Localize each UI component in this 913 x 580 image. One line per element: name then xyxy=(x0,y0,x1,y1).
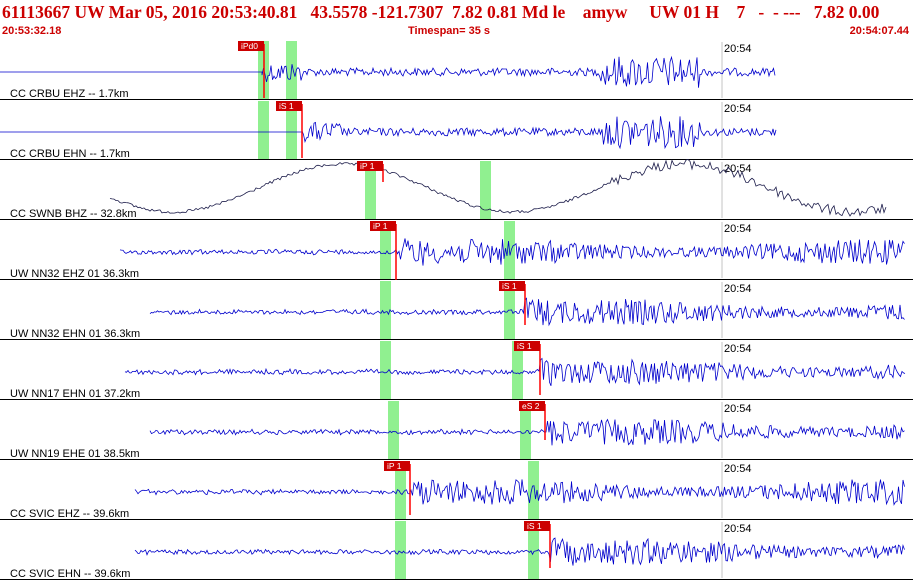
time-window-band xyxy=(388,401,399,459)
event-summary: 61113667 UW Mar 05, 2016 20:53:40.81 43.… xyxy=(2,2,880,22)
waveform-trace xyxy=(134,537,905,566)
channel-label: UW NN32 EHN 01 36.3km xyxy=(10,328,140,340)
waveform-trace xyxy=(109,158,887,217)
event-header: 61113667 UW Mar 05, 2016 20:53:40.81 43.… xyxy=(0,0,913,40)
pick-label: iS 1 xyxy=(279,101,294,111)
minute-tick-label: 20:54 xyxy=(724,283,752,295)
timespan: Timespan= 35 s xyxy=(408,25,491,37)
channel-row: 20:54 eS 2 UW NN19 EHE 01 38.5km xyxy=(0,401,913,460)
end-time: 20:54:07.44 xyxy=(849,25,909,37)
waveform-panel[interactable]: 20:54 iPd0 CC CRBU EHZ -- 1.7km 20:54 iS 1 CC… xyxy=(0,40,913,580)
pick-label: iS 1 xyxy=(517,341,532,351)
minute-tick-label: 20:54 xyxy=(724,163,752,175)
channel-label: UW NN32 EHZ 01 36.3km xyxy=(10,268,139,280)
channel-row: 20:54 iS 1 CC CRBU EHN -- 1.7km xyxy=(0,101,913,160)
minute-tick-label: 20:54 xyxy=(724,343,752,355)
waveform-trace xyxy=(149,297,905,327)
minute-tick-label: 20:54 xyxy=(724,463,752,475)
channel-row: 20:54 iS 1 CC SVIC EHN -- 39.6km xyxy=(0,521,913,580)
channel-label: CC CRBU EHZ -- 1.7km xyxy=(10,88,129,100)
waveform-canvas[interactable]: 20:54 iPd0 CC CRBU EHZ -- 1.7km 20:54 iS 1 CC… xyxy=(0,40,913,580)
time-window-band xyxy=(395,521,406,579)
time-window-band xyxy=(380,281,391,339)
pick-label: iP 1 xyxy=(360,161,375,171)
minute-tick-label: 20:54 xyxy=(724,523,752,535)
pick-label: iS 1 xyxy=(502,281,517,291)
waveform-trace xyxy=(0,116,777,150)
start-time: 20:53:32.18 xyxy=(2,25,62,37)
channel-row: 20:54 iS 1 UW NN32 EHN 01 36.3km xyxy=(0,281,913,340)
channel-row: 20:54 iP 1 UW NN32 EHZ 01 36.3km xyxy=(0,221,913,280)
channel-row: 20:54 iPd0 CC CRBU EHZ -- 1.7km xyxy=(0,41,913,100)
minute-tick-label: 20:54 xyxy=(724,103,752,115)
minute-tick-label: 20:54 xyxy=(724,403,752,415)
channel-label: CC SVIC EHN -- 39.6km xyxy=(10,568,130,580)
channel-row: 20:54 iP 1 CC SVIC EHZ -- 39.6km xyxy=(0,461,913,520)
channel-row: 20:54 iP 1 CC SWNB BHZ -- 32.8km xyxy=(0,158,913,220)
channel-label: CC CRBU EHN -- 1.7km xyxy=(10,148,130,160)
channel-label: UW NN19 EHE 01 38.5km xyxy=(10,448,140,460)
pick-label: iP 1 xyxy=(387,461,402,471)
channel-row: 20:54 iS 1 UW NN17 EHN 01 37.2km xyxy=(0,341,913,400)
pick-label: eS 2 xyxy=(522,401,540,411)
channel-label: UW NN17 EHN 01 37.2km xyxy=(10,388,140,400)
channel-label: CC SWNB BHZ -- 32.8km xyxy=(10,208,137,220)
minute-tick-label: 20:54 xyxy=(724,223,752,235)
pick-label: iS 1 xyxy=(527,521,542,531)
pick-label: iP 1 xyxy=(373,221,388,231)
minute-tick-label: 20:54 xyxy=(724,43,752,55)
channel-label: CC SVIC EHZ -- 39.6km xyxy=(10,508,129,520)
waveform-trace xyxy=(0,55,776,88)
pick-label: iPd0 xyxy=(241,41,258,51)
time-window-band xyxy=(258,101,269,159)
waveform-trace xyxy=(134,479,905,506)
